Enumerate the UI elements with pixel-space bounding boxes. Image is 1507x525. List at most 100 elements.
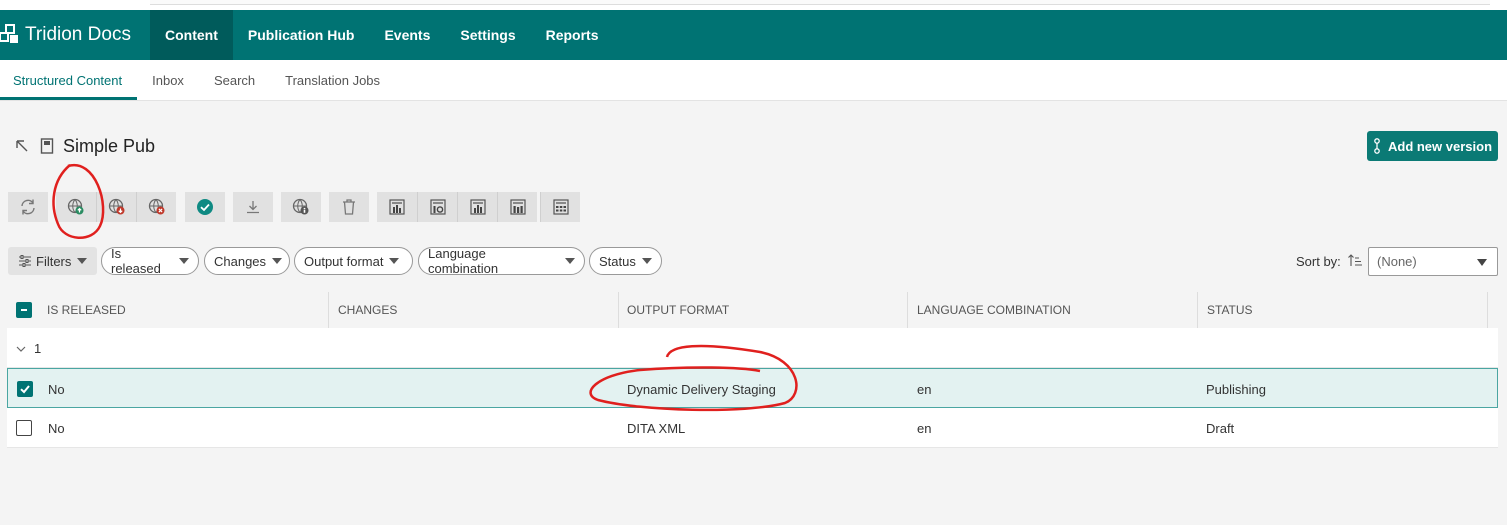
report-1-button[interactable] bbox=[377, 192, 417, 222]
column-header-label: LANGUAGE COMBINATION bbox=[917, 303, 1071, 317]
column-output-format[interactable]: OUTPUT FORMAT bbox=[619, 292, 908, 328]
cell-status: Draft bbox=[1206, 420, 1235, 436]
filter-changes[interactable]: Changes bbox=[204, 247, 290, 275]
publish-button[interactable] bbox=[56, 192, 96, 222]
column-header-label: CHANGES bbox=[338, 303, 398, 317]
cell-language: en bbox=[917, 420, 932, 436]
filter-status[interactable]: Status bbox=[589, 247, 662, 275]
cancel-publish-icon bbox=[148, 198, 164, 215]
group-row[interactable]: 1 bbox=[7, 328, 1498, 368]
download-icon bbox=[247, 201, 259, 214]
filters-sliders-icon bbox=[19, 255, 31, 267]
report-5-icon bbox=[552, 199, 569, 215]
filter-is-released[interactable]: Is released bbox=[101, 246, 199, 276]
nav-settings[interactable]: Settings bbox=[445, 10, 530, 60]
report-4-icon bbox=[509, 199, 526, 215]
report-2-icon bbox=[429, 199, 446, 215]
app-logo[interactable]: Tridion Docs bbox=[0, 10, 150, 60]
grid-header: IS RELEASED CHANGES OUTPUT FORMAT LANGUA… bbox=[7, 292, 1498, 328]
browser-top-strip bbox=[0, 0, 1507, 10]
app-name: Tridion Docs bbox=[25, 24, 131, 45]
release-check-icon bbox=[197, 199, 213, 215]
sort-direction-icon[interactable] bbox=[1347, 253, 1363, 272]
row-checkbox[interactable] bbox=[16, 420, 32, 436]
nav-events[interactable]: Events bbox=[369, 10, 445, 60]
release-button[interactable] bbox=[185, 192, 225, 222]
refresh-button[interactable] bbox=[8, 192, 48, 222]
page-header: Simple Pub Add new version bbox=[0, 130, 1507, 164]
delete-button[interactable] bbox=[329, 192, 369, 222]
group-toggle[interactable]: 1 bbox=[15, 341, 41, 356]
filter-chip-label: Changes bbox=[214, 253, 267, 269]
chevron-down-icon bbox=[389, 258, 400, 264]
add-new-version-label: Add new version bbox=[1387, 138, 1493, 154]
column-changes[interactable]: CHANGES bbox=[329, 292, 619, 328]
cancel-publish-button[interactable] bbox=[136, 192, 176, 222]
column-header-label: OUTPUT FORMAT bbox=[627, 303, 730, 317]
nav-reports[interactable]: Reports bbox=[531, 10, 614, 60]
report-3-button[interactable] bbox=[457, 192, 497, 222]
chevron-down-icon bbox=[1477, 259, 1487, 266]
sort-by-select[interactable]: (None) bbox=[1368, 247, 1498, 276]
table-row[interactable]: No Dynamic Delivery Staging en Publishin… bbox=[7, 368, 1498, 408]
minus-icon bbox=[21, 309, 27, 311]
filter-chip-label: Is released bbox=[111, 246, 161, 276]
chevron-down-icon bbox=[179, 258, 189, 264]
column-header-label: STATUS bbox=[1207, 303, 1253, 317]
column-header-label: IS RELEASED bbox=[47, 303, 126, 317]
cell-output-format: Dynamic Delivery Staging bbox=[627, 381, 776, 397]
tab-structured-content[interactable]: Structured Content bbox=[0, 60, 138, 100]
filter-language-combination[interactable]: Language combination bbox=[418, 246, 585, 276]
filters-toggle[interactable]: Filters bbox=[8, 247, 97, 275]
nav-content[interactable]: Content bbox=[150, 10, 233, 60]
top-nav-bar: Tridion Docs Content Publication Hub Eve… bbox=[0, 10, 1507, 60]
tab-search[interactable]: Search bbox=[199, 60, 270, 100]
preview-button[interactable] bbox=[281, 192, 321, 222]
filter-output-format[interactable]: Output format bbox=[294, 247, 413, 275]
sort-select-value: (None) bbox=[1377, 254, 1417, 269]
column-is-released[interactable]: IS RELEASED bbox=[7, 292, 329, 328]
page-title: Simple Pub bbox=[63, 136, 156, 156]
report-4-button[interactable] bbox=[497, 192, 537, 222]
select-all-checkbox[interactable] bbox=[16, 302, 32, 318]
nav-publication-hub[interactable]: Publication Hub bbox=[233, 10, 370, 60]
unpublish-button[interactable] bbox=[96, 192, 136, 222]
report-1-icon bbox=[389, 199, 405, 215]
cell-status: Publishing bbox=[1206, 381, 1266, 397]
filter-chip-label: Language combination bbox=[428, 246, 499, 276]
back-arrow-icon[interactable] bbox=[15, 139, 29, 158]
globe-preview-icon bbox=[292, 198, 309, 215]
cell-output-format: DITA XML bbox=[627, 420, 686, 436]
chevron-down-icon bbox=[641, 258, 652, 264]
filter-chip-label: Status bbox=[599, 253, 636, 269]
delete-icon bbox=[343, 199, 355, 215]
top-edge bbox=[150, 0, 1490, 5]
publication-icon bbox=[40, 138, 54, 159]
cell-language: en bbox=[917, 381, 932, 397]
tab-inbox[interactable]: Inbox bbox=[137, 60, 199, 100]
tridion-logo-icon bbox=[0, 24, 18, 43]
version-icon bbox=[1374, 138, 1380, 154]
column-language-combination[interactable]: LANGUAGE COMBINATION bbox=[908, 292, 1198, 328]
sort-by-label: Sort by: bbox=[1296, 254, 1341, 269]
table-row[interactable]: No DITA XML en Draft bbox=[7, 408, 1498, 448]
report-5-button[interactable] bbox=[540, 192, 580, 222]
publish-icon bbox=[67, 198, 84, 215]
chevron-down-icon bbox=[272, 258, 283, 264]
chevron-down-icon bbox=[16, 346, 26, 352]
filter-bar: Filters Is released Changes Output forma… bbox=[0, 246, 1507, 276]
chevron-down-icon bbox=[77, 258, 88, 264]
filters-label: Filters bbox=[36, 253, 72, 269]
column-status[interactable]: STATUS bbox=[1198, 292, 1488, 328]
filter-chip-label: Output format bbox=[304, 253, 384, 269]
download-button[interactable] bbox=[233, 192, 273, 222]
unpublish-icon bbox=[108, 198, 124, 215]
group-label: 1 bbox=[34, 341, 42, 356]
report-2-button[interactable] bbox=[417, 192, 457, 222]
tab-translation-jobs[interactable]: Translation Jobs bbox=[270, 60, 395, 100]
check-icon bbox=[20, 385, 30, 394]
add-new-version-button[interactable]: Add new version bbox=[1367, 131, 1498, 161]
publication-grid: IS RELEASED CHANGES OUTPUT FORMAT LANGUA… bbox=[7, 292, 1498, 448]
refresh-icon bbox=[21, 199, 35, 215]
row-checkbox[interactable] bbox=[17, 381, 33, 397]
